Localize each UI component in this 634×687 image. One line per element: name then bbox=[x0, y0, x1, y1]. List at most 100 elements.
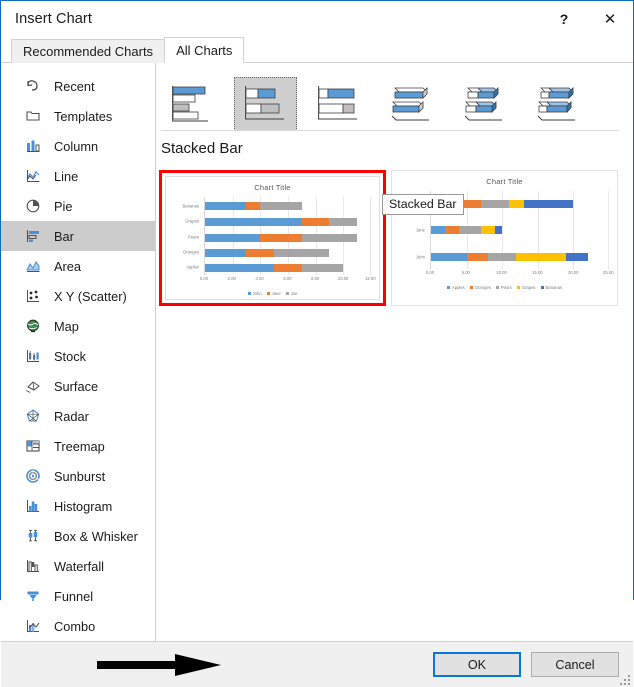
subtype-thumbnails bbox=[156, 63, 633, 131]
legend-item: Joe bbox=[286, 291, 298, 296]
treemap-icon bbox=[23, 436, 43, 456]
x-axis-labels: 0.00 2.00 4.00 6.00 8.00 10.00 12.00 bbox=[204, 276, 371, 286]
sidebar-item-waterfall[interactable]: Waterfall bbox=[1, 551, 155, 581]
sidebar-item-recent[interactable]: Recent bbox=[1, 71, 155, 101]
y-axis-labels: Bananas Grapes Pears Oranges Apples bbox=[170, 197, 202, 275]
sidebar-item-pie[interactable]: Pie bbox=[1, 191, 155, 221]
sidebar-item-label: Map bbox=[54, 319, 79, 334]
chart-preview-2-wrapper: Chart Title Joe Jane John bbox=[391, 170, 618, 306]
chart-subtype-panel: Stacked Bar Chart Title Bananas Grapes P… bbox=[156, 63, 633, 641]
subtype-100-percent-stacked-bar[interactable] bbox=[307, 77, 370, 131]
sidebar-item-label: Stock bbox=[54, 349, 86, 364]
sidebar-item-scatter[interactable]: X Y (Scatter) bbox=[1, 281, 155, 311]
sidebar-item-bar[interactable]: Bar bbox=[1, 221, 155, 251]
map-icon bbox=[23, 316, 43, 336]
sidebar-item-label: Combo bbox=[54, 619, 95, 634]
close-icon[interactable]: ✕ bbox=[587, 1, 633, 36]
chart-title: Chart Title bbox=[392, 177, 617, 186]
sidebar-item-stock[interactable]: Stock bbox=[1, 341, 155, 371]
x-tick-label: 0.00 bbox=[426, 270, 434, 275]
subtype-heading: Stacked Bar bbox=[156, 131, 633, 164]
cancel-button[interactable]: Cancel bbox=[531, 652, 619, 677]
sidebar-item-label: Surface bbox=[54, 379, 98, 394]
stock-icon bbox=[23, 346, 43, 366]
sidebar-item-label: Templates bbox=[54, 109, 112, 124]
chart-preview-1-wrapper: Chart Title Bananas Grapes Pears Oranges… bbox=[159, 170, 386, 306]
chart-preview-1[interactable]: Chart Title Bananas Grapes Pears Oranges… bbox=[165, 176, 380, 300]
sidebar-item-line[interactable]: Line bbox=[1, 161, 155, 191]
sidebar-item-radar[interactable]: Radar bbox=[1, 401, 155, 431]
sidebar-item-label: Bar bbox=[54, 229, 74, 244]
box-whisker-icon bbox=[23, 526, 43, 546]
sidebar-item-histogram[interactable]: Histogram bbox=[1, 491, 155, 521]
bar-row bbox=[205, 249, 330, 257]
legend-label: John bbox=[253, 291, 262, 296]
tab-all-charts[interactable]: All Charts bbox=[164, 37, 244, 63]
chart-title: Chart Title bbox=[166, 183, 379, 192]
recent-icon bbox=[23, 76, 43, 96]
legend-label: Oranges bbox=[475, 285, 491, 290]
legend-label: Joe bbox=[291, 291, 298, 296]
scatter-icon bbox=[23, 286, 43, 306]
tab-strip: Recommended Charts All Charts bbox=[1, 36, 633, 63]
resize-grip[interactable] bbox=[620, 675, 630, 685]
histogram-icon bbox=[23, 496, 43, 516]
sidebar-item-column[interactable]: Column bbox=[1, 131, 155, 161]
x-tick-label: 0.00 bbox=[200, 276, 208, 281]
x-axis-labels: 0.00 5.00 10.00 15.00 20.00 25.00 bbox=[430, 270, 609, 280]
legend-label: Apples bbox=[452, 285, 465, 290]
subtype-clustered-bar[interactable] bbox=[161, 77, 224, 131]
legend-item: Grapes bbox=[517, 285, 536, 290]
x-tick-label: 12.00 bbox=[365, 276, 375, 281]
sidebar-item-surface[interactable]: Surface bbox=[1, 371, 155, 401]
combo-icon bbox=[23, 616, 43, 636]
x-tick-label: 25.00 bbox=[603, 270, 613, 275]
subtype-stacked-bar[interactable] bbox=[234, 77, 297, 131]
dialog-body: Recent Templates Column Line bbox=[1, 63, 633, 642]
dialog-footer: OK Cancel bbox=[1, 642, 633, 687]
radar-icon bbox=[23, 406, 43, 426]
subtype-3d-clustered-bar[interactable] bbox=[380, 77, 443, 131]
chart-preview-2[interactable]: Chart Title Joe Jane John bbox=[391, 170, 618, 306]
sidebar-item-label: Sunburst bbox=[54, 469, 105, 484]
y-tick-label: Oranges bbox=[170, 250, 202, 255]
sidebar-item-label: Funnel bbox=[54, 589, 93, 604]
subtype-3d-stacked-bar[interactable] bbox=[453, 77, 516, 131]
surface-icon bbox=[23, 376, 43, 396]
help-icon[interactable]: ? bbox=[541, 1, 587, 36]
subtype-3d-100-percent-stacked-bar[interactable] bbox=[526, 77, 589, 131]
sidebar-item-label: Waterfall bbox=[54, 559, 104, 574]
sidebar-item-area[interactable]: Area bbox=[1, 251, 155, 281]
sidebar-item-label: Column bbox=[54, 139, 98, 154]
sidebar-item-map[interactable]: Map bbox=[1, 311, 155, 341]
chart-type-list: Recent Templates Column Line bbox=[1, 63, 156, 641]
legend-item: Oranges bbox=[470, 285, 491, 290]
sidebar-item-sunburst[interactable]: Sunburst bbox=[1, 461, 155, 491]
sidebar-item-combo[interactable]: Combo bbox=[1, 611, 155, 641]
bar-icon bbox=[23, 226, 43, 246]
x-tick-label: 5.00 bbox=[462, 270, 470, 275]
x-tick-label: 10.00 bbox=[496, 270, 506, 275]
legend-item: Bananas bbox=[541, 285, 563, 290]
x-tick-label: 4.00 bbox=[256, 276, 264, 281]
bar-row bbox=[205, 202, 302, 210]
legend-label: Jane bbox=[272, 291, 281, 296]
sidebar-item-label: Line bbox=[54, 169, 78, 184]
legend-item: Apples bbox=[447, 285, 465, 290]
sunburst-icon bbox=[23, 466, 43, 486]
sidebar-item-label: Histogram bbox=[54, 499, 112, 514]
insert-chart-dialog: Insert Chart ? ✕ Recommended Charts All … bbox=[0, 0, 634, 600]
x-tick-label: 20.00 bbox=[568, 270, 578, 275]
sidebar-item-templates[interactable]: Templates bbox=[1, 101, 155, 131]
waterfall-icon bbox=[23, 556, 43, 576]
annotation-arrow bbox=[97, 654, 222, 676]
chart-legend: John Jane Joe bbox=[166, 291, 379, 296]
tab-recommended-charts[interactable]: Recommended Charts bbox=[11, 39, 165, 63]
x-tick-label: 2.00 bbox=[228, 276, 236, 281]
y-tick-label: Pears bbox=[170, 234, 202, 239]
sidebar-item-funnel[interactable]: Funnel bbox=[1, 581, 155, 611]
sidebar-item-treemap[interactable]: Treemap bbox=[1, 431, 155, 461]
x-tick-label: 6.00 bbox=[283, 276, 291, 281]
ok-button[interactable]: OK bbox=[433, 652, 521, 677]
sidebar-item-box-whisker[interactable]: Box & Whisker bbox=[1, 521, 155, 551]
